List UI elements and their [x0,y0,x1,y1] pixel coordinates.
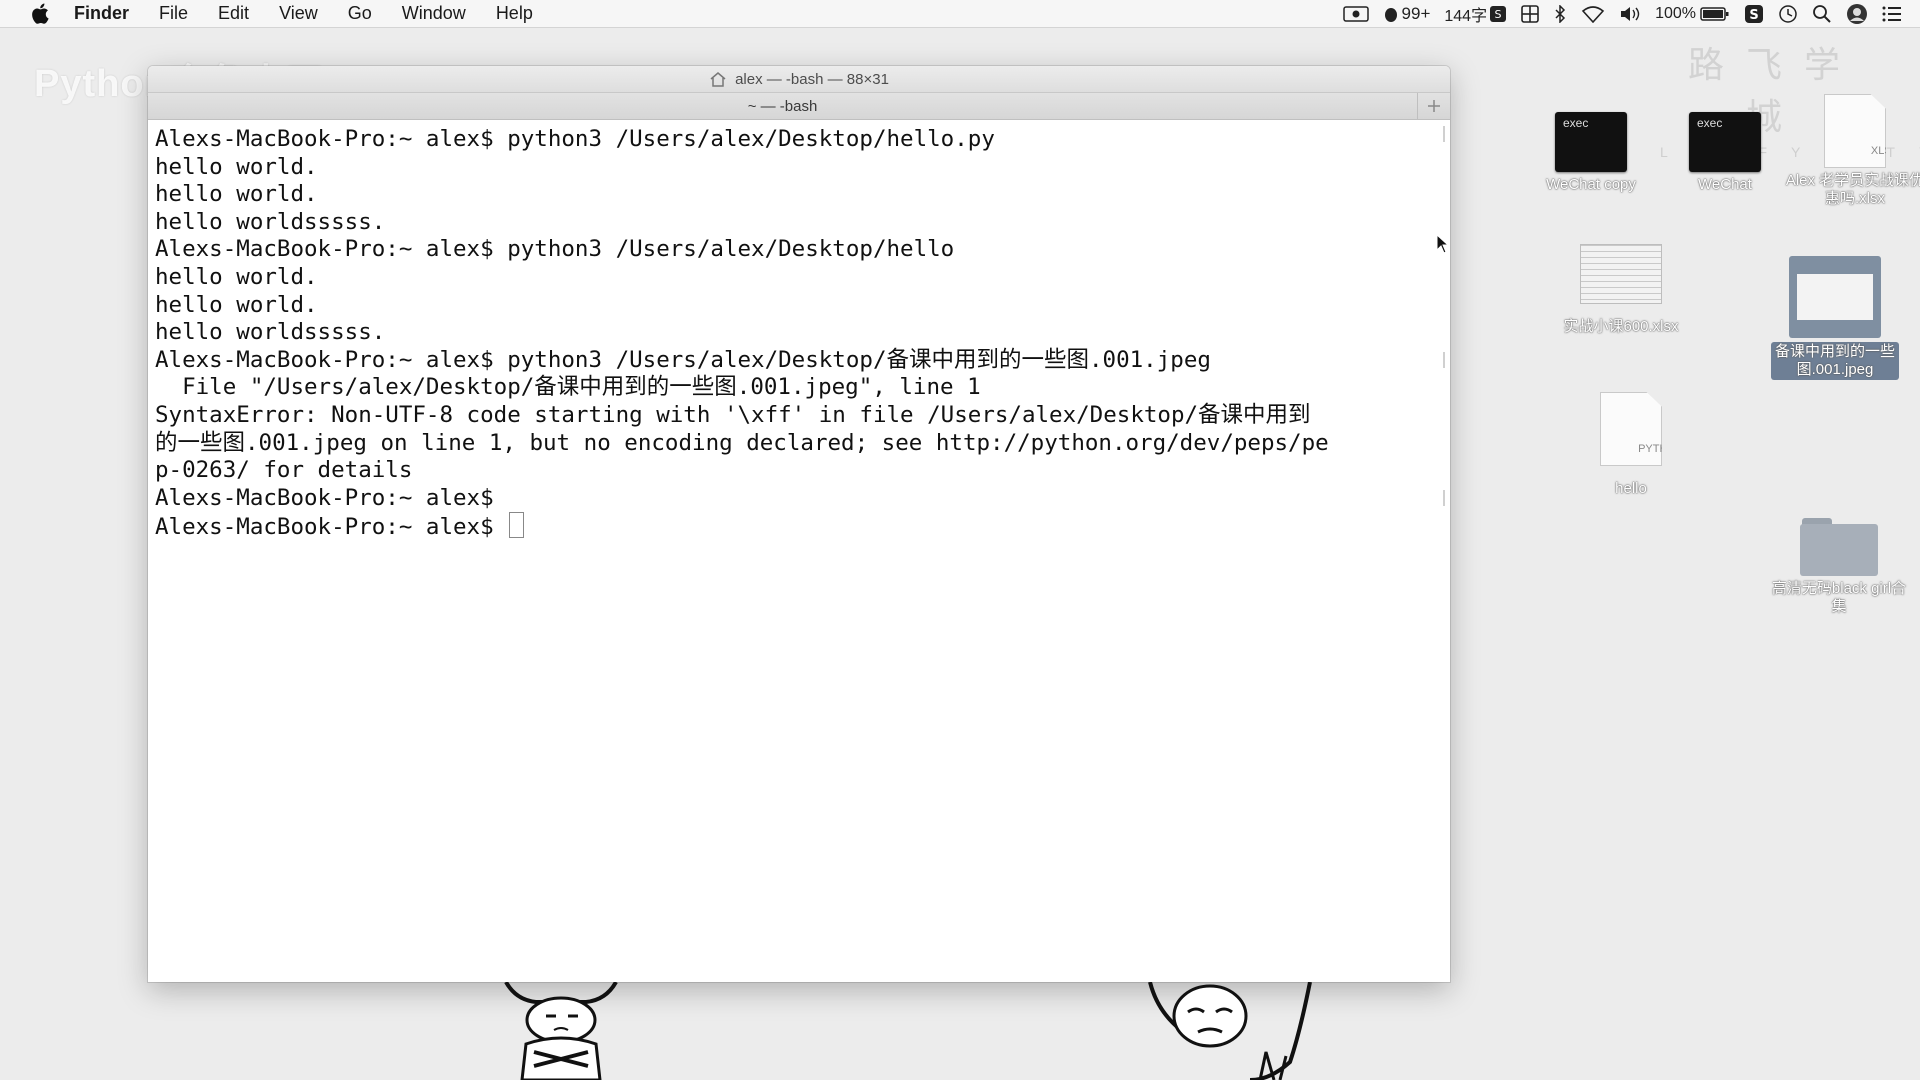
menu-help[interactable]: Help [481,3,548,24]
terminal-tabbar: ~ — -bash [148,93,1450,120]
grid-app-icon[interactable] [1521,4,1539,23]
qq-notification[interactable]: 99+ [1383,3,1431,24]
word-count-text: 144字 [1444,7,1488,25]
terminal-line: p-0263/ for details [155,457,413,484]
volume-icon[interactable] [1619,5,1641,23]
terminal-line: Alexs-MacBook-Pro:~ alex$ [155,484,494,511]
tab-bash[interactable]: ~ — -bash [148,98,1417,115]
exec-file-icon: exec [1689,112,1761,172]
terminal-prompt: Alexs-MacBook-Pro:~ alex$ [155,514,494,541]
desktop-icon-label: 备课中用到的一些图.001.jpeg [1771,342,1899,380]
python-badge: PYTHON [1638,443,1684,455]
apple-icon[interactable] [24,0,56,27]
terminal-titlebar[interactable]: alex — -bash — 88×31 [148,66,1450,93]
xlsx-badge: XLSX [1870,145,1900,157]
folder-icon [1800,518,1878,576]
text-cursor [509,512,525,539]
desktop-icon-jpeg[interactable]: 备课中用到的一些图.001.jpeg [1760,256,1910,380]
menu-window[interactable]: Window [387,3,481,24]
terminal-window[interactable]: alex — -bash — 88×31 ~ — -bash Alexs-Mac… [148,66,1450,982]
menu-finder[interactable]: Finder [56,3,144,24]
terminal-line: Alexs-MacBook-Pro:~ alex$ python3 /Users… [155,126,995,152]
spreadsheet-file-icon: XLSX [1824,94,1886,168]
menu-edit[interactable]: Edit [203,3,264,24]
mark-bracket [1440,352,1445,368]
new-tab-button[interactable] [1417,93,1450,119]
sync-app-icon[interactable]: S [1744,4,1764,24]
desktop-icon-folder[interactable]: 高清无码black girl合集 [1764,518,1914,616]
svg-text:S: S [1749,8,1758,23]
desktop-icon-label: Alex 老学员实战课优惠吗.xlsx [1785,172,1920,207]
terminal-line: hello worldsssss. [155,208,386,235]
terminal-line: Alexs-MacBook-Pro:~ alex$ python3 /Users… [155,236,955,263]
spreadsheet-file-icon [1580,244,1662,304]
plus-icon [1428,100,1440,112]
python-file-icon: PYTHON [1600,392,1662,466]
wifi-icon[interactable] [1581,5,1605,23]
word-count[interactable]: 144字 S [1444,2,1507,26]
terminal-line: hello world. [155,153,318,180]
penguin-icon [1384,7,1397,22]
clock-icon[interactable] [1778,4,1798,24]
terminal-line: Alexs-MacBook-Pro:~ alex$ python3 /Users… [155,346,1211,373]
desktop-icon-wechat-copy[interactable]: exec WeChat copy [1516,112,1666,194]
terminal-line: SyntaxError: Non-UTF-8 code starting wit… [155,401,1311,428]
desktop-icon-label: 高清无码black girl合集 [1771,580,1907,615]
menu-go[interactable]: Go [333,3,387,24]
mark-bracket [1440,490,1445,506]
notification-count: 99+ [1401,3,1431,23]
desktop-icon-label: hello [1615,480,1647,497]
meme-figure-left-icon [504,982,618,1080]
desktop-icon-xlsx-600[interactable]: 实战小课600.xlsx [1546,244,1696,336]
terminal-prompt-line[interactable]: Alexs-MacBook-Pro:~ alex$ [155,512,1444,540]
exec-badge: exec [1563,116,1589,130]
menu-file[interactable]: File [144,3,203,24]
exec-badge: exec [1697,116,1723,130]
battery-icon [1700,6,1729,21]
terminal-line: hello world. [155,263,318,290]
terminal-title: alex — -bash — 88×31 [735,70,889,88]
notification-center-icon[interactable] [1882,6,1902,22]
meme-figure-right-icon [1148,982,1312,1080]
desktop-icon-hello[interactable]: PYTHON hello [1556,392,1706,498]
terminal-line: File "/Users/alex/Desktop/备课中用到的一些图.001.… [155,374,981,401]
exec-file-icon: exec [1555,112,1627,172]
terminal-output[interactable]: Alexs-MacBook-Pro:~ alex$ python3 /Users… [148,120,1450,540]
svg-text:S: S [1495,8,1502,21]
mark-bracket [1440,126,1445,142]
desktop-icon-label: WeChat copy [1546,176,1636,193]
home-icon [710,72,726,87]
user-avatar-icon[interactable] [1846,3,1868,25]
desktop-icon-wechat[interactable]: exec WeChat [1650,112,1800,194]
desktop-icon-label: 实战小课600.xlsx [1563,318,1679,335]
bluetooth-icon[interactable] [1553,4,1567,23]
battery-status[interactable]: 100% [1655,5,1730,23]
menu-bar: Finder File Edit View Go Window Help 99+… [0,0,1920,28]
terminal-line: 的一些图.001.jpeg on line 1, but no encoding… [155,429,1329,456]
screen-record-icon[interactable] [1342,5,1369,22]
terminal-line: hello world. [155,291,318,318]
mouse-cursor-icon [1436,234,1450,254]
menu-view[interactable]: View [264,3,333,24]
image-thumbnail-icon [1789,256,1881,338]
terminal-line: hello world. [155,181,318,208]
desktop-icon-label: WeChat [1698,176,1752,193]
battery-percent: 100% [1655,4,1696,22]
search-icon[interactable] [1812,4,1832,24]
desktop-icon-xlsx-alex[interactable]: XLSX Alex 老学员实战课优惠吗.xlsx [1780,94,1920,208]
terminal-line: hello worldsssss. [155,319,386,346]
input-method-icon: S [1490,5,1507,22]
